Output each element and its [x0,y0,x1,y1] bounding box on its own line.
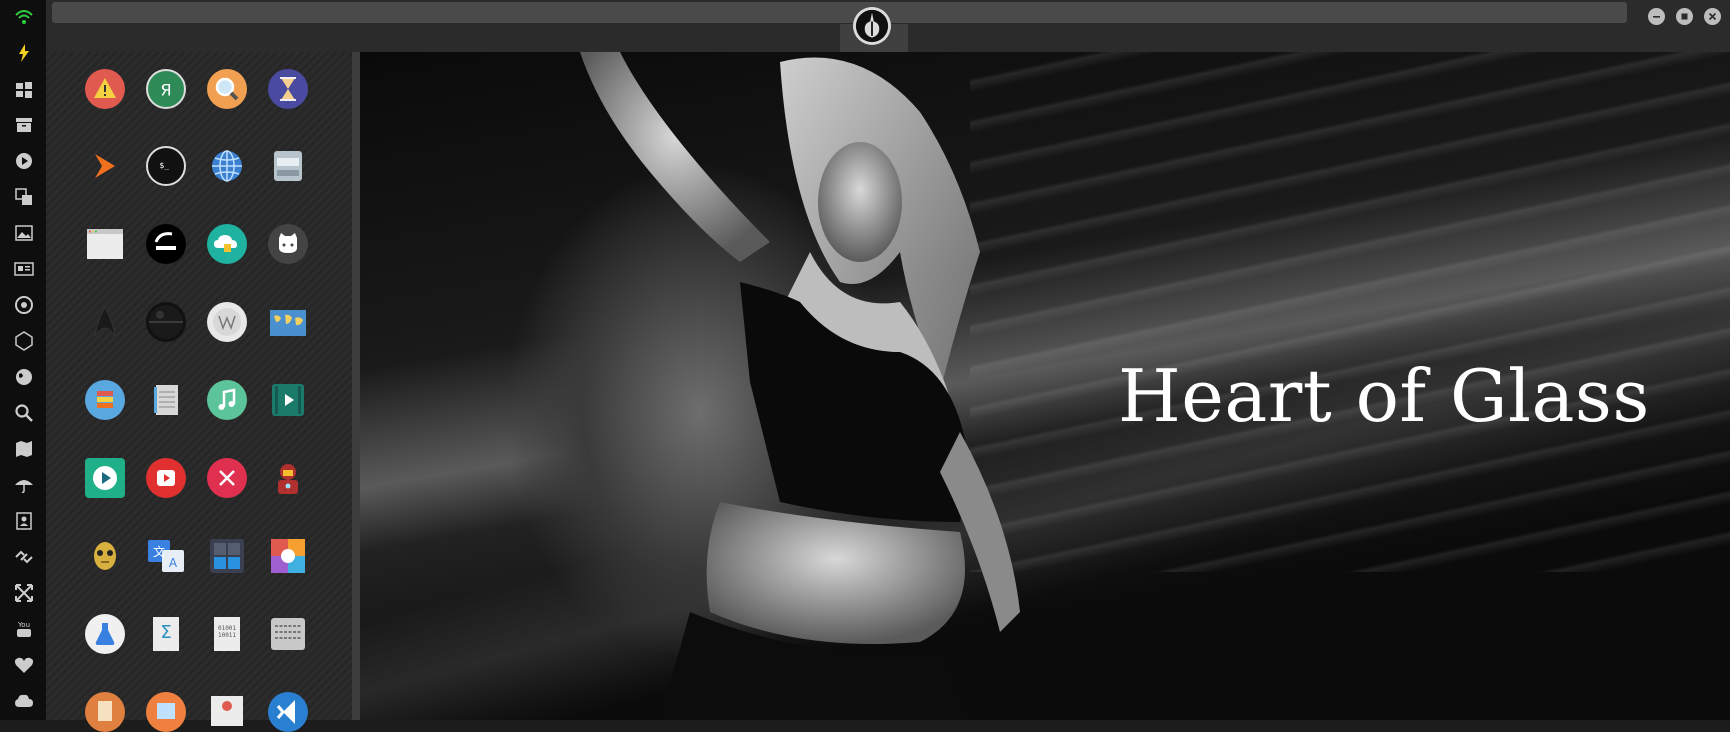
window-app-icon[interactable] [85,224,125,264]
github-app-icon[interactable] [268,224,308,264]
deathstar-app-icon[interactable] [146,302,186,342]
keyboard-app-icon[interactable] [268,614,308,654]
terminal-app-icon[interactable]: $_ [146,146,186,186]
dock: You [0,0,46,720]
fullscreen-icon[interactable] [13,582,35,604]
wifi-icon[interactable] [13,6,35,28]
science-app-icon[interactable] [85,614,125,654]
vscode-app-icon[interactable] [268,692,308,732]
maximize-icon[interactable] [1676,8,1693,25]
youtube-app-icon[interactable] [146,458,186,498]
binary-app-icon[interactable]: 01001 10011 [207,614,247,654]
hourglass-app-icon[interactable] [268,69,308,109]
hexagon-icon[interactable] [13,330,35,352]
video-player[interactable]: Heart of Glass [360,52,1730,720]
heart-icon[interactable] [13,654,35,676]
wikipedia-app-icon[interactable] [207,302,247,342]
umbrella-icon[interactable] [13,474,35,496]
warning-app-icon[interactable] [85,69,125,109]
translate-icon[interactable] [13,186,35,208]
picture-app-icon[interactable] [146,692,186,732]
svg-text:You: You [17,621,30,629]
notebook-app-icon[interactable] [146,380,186,420]
youtube-icon[interactable]: You [13,618,35,640]
windows-icon[interactable] [13,79,35,101]
cloud-icon[interactable] [13,690,35,712]
link-icon[interactable] [13,546,35,568]
video-app-icon[interactable] [268,380,308,420]
close-icon[interactable] [1704,8,1721,25]
music-app-icon[interactable] [207,380,247,420]
svg-text:Я: Я [160,80,171,99]
globe-icon[interactable] [13,366,35,388]
lightning-icon[interactable] [13,42,35,64]
video-title: Heart of Glass [1118,354,1650,438]
archive-icon[interactable] [13,114,35,136]
search-app-icon[interactable] [207,69,247,109]
rebel-alliance-icon[interactable] [853,7,891,45]
ironman-app-icon[interactable] [268,458,308,498]
address-bar[interactable] [52,2,1627,23]
worldmap-app-icon[interactable] [268,302,308,342]
svg-text:$_: $_ [159,160,169,170]
document-app-icon[interactable] [85,692,125,732]
contacts-icon[interactable] [13,510,35,532]
drive-app-icon[interactable] [268,146,308,186]
play-app-icon[interactable] [85,458,125,498]
svg-text:01001: 01001 [218,625,236,632]
globe-app-icon[interactable] [207,146,247,186]
books-app-icon[interactable] [85,380,125,420]
empire-icon[interactable] [13,294,35,316]
photos-app-icon[interactable] [268,536,308,576]
svg-text:文: 文 [153,544,165,559]
presentation-app-icon[interactable] [207,692,247,732]
starfleet-app-icon[interactable] [85,302,125,342]
dancer-figure [580,52,1020,720]
arrow-app-icon[interactable] [85,146,125,186]
search-icon[interactable] [13,402,35,424]
yandex-app-icon[interactable]: Я [146,69,186,109]
steam-app-icon[interactable] [146,224,186,264]
map-icon[interactable] [13,438,35,460]
c3po-app-icon[interactable] [85,536,125,576]
background-streaks [970,52,1730,572]
cloud-lock-app-icon[interactable] [207,224,247,264]
play-circle-icon[interactable] [13,150,35,172]
image-icon[interactable] [13,222,35,244]
drawer-scrollbar[interactable] [352,52,360,720]
math-app-icon[interactable]: Σ [146,614,186,654]
translate-app-icon[interactable]: 文A [146,536,186,576]
title-bar [46,0,1730,52]
svg-text:10011: 10011 [218,632,236,639]
minimize-icon[interactable] [1648,8,1665,25]
svg-text:Σ: Σ [160,622,171,643]
svg-text:A: A [169,556,178,570]
close-app-icon[interactable] [207,458,247,498]
news-icon[interactable] [13,258,35,280]
calculator-app-icon[interactable] [207,536,247,576]
